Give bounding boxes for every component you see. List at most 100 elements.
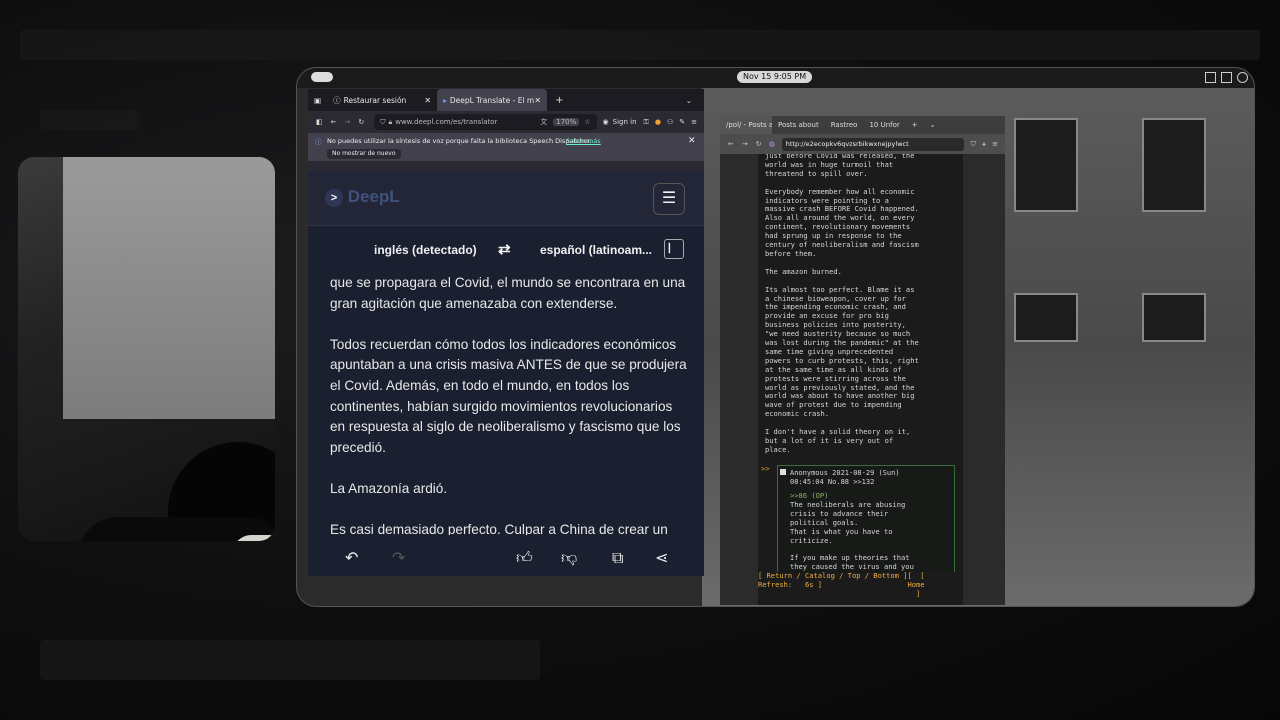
extension-icon[interactable]: ⚿ <box>641 118 652 127</box>
new-tab-button[interactable]: + <box>906 121 924 129</box>
translation-paragraph: Todos recuerdan cómo todos los indicador… <box>330 336 687 455</box>
back-icon[interactable]: ← <box>327 118 341 126</box>
tab-posts-about[interactable]: Posts about <box>772 116 825 134</box>
url-bar[interactable]: ⛉ 🔒︎ www.deepl.com/es/translator 文 170% … <box>374 114 597 130</box>
deepl-page: > DeepL ☰ inglés (detectado) ⇄ español (… <box>308 171 704 576</box>
bookmark-star-icon[interactable]: ☆ <box>584 118 590 126</box>
webcam-overlay <box>18 157 275 541</box>
blurred-background-bar <box>40 640 540 680</box>
tray-icon[interactable] <box>1205 72 1216 83</box>
blurred-background-bar <box>20 30 1260 60</box>
back-icon[interactable]: ← <box>724 140 738 148</box>
building-window <box>1014 118 1078 212</box>
extension-icon[interactable]: ✎ <box>676 118 688 126</box>
swap-languages-icon[interactable]: ⇄ <box>498 240 511 258</box>
deepl-logo[interactable]: > DeepL <box>325 187 400 207</box>
copy-icon[interactable]: ⧉ <box>612 548 623 568</box>
extension-icon[interactable]: ⚇ <box>664 118 676 126</box>
reply-header: Anonymous 2021-08-29 (Sun) 08:45:04 No.8… <box>790 469 900 486</box>
browser-window-deepl: ▣ ⓘ Restaurar sesión ✕ ▸ DeepL Translate… <box>308 89 704 576</box>
tab-label: Restaurar sesión <box>343 95 407 105</box>
account-icon[interactable]: ◉ <box>603 118 609 126</box>
reply-body: The neoliberals are abusing crisis to ad… <box>790 500 914 572</box>
share-icon[interactable]: ⋖ <box>655 548 668 567</box>
screen-capture: Nov 15 9:05 PM ▣ ⓘ Restaurar sesión ✕ ▸ … <box>296 67 1255 607</box>
thumbs-down-icon[interactable]: 👎︎ <box>561 548 577 568</box>
tab-unfor[interactable]: 10 Unfor <box>863 116 905 134</box>
redo-icon[interactable]: ↷ <box>392 548 405 567</box>
tab-bar: ▣ ⓘ Restaurar sesión ✕ ▸ DeepL Translate… <box>308 89 704 111</box>
hamburger-menu-icon[interactable]: ≡ <box>989 140 1001 148</box>
op-post-body: just before Covid was released, the worl… <box>765 154 919 454</box>
navigation-bar: ← → ↻ ◍ http://e2ecopkv6qvzsrbikwxnejpyl… <box>720 134 1005 154</box>
forward-icon[interactable]: → <box>738 140 752 148</box>
blurred-background-bar <box>40 110 140 130</box>
undo-icon[interactable]: ↶ <box>345 548 358 567</box>
extension-icon[interactable]: ● <box>652 118 664 126</box>
learn-more-link[interactable]: Saber más <box>566 137 601 145</box>
clock[interactable]: Nov 15 9:05 PM <box>737 71 813 83</box>
close-notification-icon[interactable]: ✕ <box>688 136 696 146</box>
hamburger-menu-button[interactable]: ☰ <box>653 183 685 215</box>
tab-label: DeepL Translate - El mejor t <box>449 95 535 105</box>
source-language-select[interactable]: inglés (detectado) <box>374 243 477 257</box>
reload-icon[interactable]: ↻ <box>752 140 766 148</box>
url-bar[interactable]: http://e2ecopkv6qvzsrbikwxnejpylwct <box>781 137 964 151</box>
deepl-header: > DeepL ☰ <box>308 171 704 226</box>
thumbs-up-icon[interactable]: 👍︎ <box>516 548 533 568</box>
sign-in-button[interactable]: Sign in <box>613 118 637 126</box>
chevron-down-icon[interactable]: ⌄ <box>924 121 942 129</box>
shield-icon: ⛉ <box>380 117 386 126</box>
shield-icon[interactable]: ⛉ <box>968 140 979 149</box>
power-icon[interactable] <box>1237 72 1248 83</box>
notification-bar: ⓘ No puedes utilizar la síntesis de voz … <box>308 133 704 161</box>
info-icon: ⓘ <box>315 138 322 146</box>
close-tab-icon[interactable]: ✕ <box>534 96 541 105</box>
broom-icon[interactable]: ⚹ <box>979 140 989 149</box>
onion-icon[interactable]: ◍ <box>766 140 778 148</box>
tab-list-icon[interactable]: ▣ <box>308 96 327 105</box>
deepl-logo-text: DeepL <box>347 187 400 206</box>
cat-poster <box>63 157 275 419</box>
translation-paragraph: Es casi demasiado perfecto. Culpar a Chi… <box>330 522 668 535</box>
thread-footer-nav[interactable]: [ Return / Catalog / Top / Bottom ][ [ R… <box>758 571 963 605</box>
tab-restore-session[interactable]: ⓘ Restaurar sesión ✕ <box>327 89 437 111</box>
notification-message: No puedes utilizar la síntesis de voz po… <box>327 137 592 145</box>
target-language-select[interactable]: español (latinoam... <box>540 243 652 257</box>
translate-icon[interactable]: 文 <box>540 117 547 127</box>
reply-arrow: >> <box>761 464 770 473</box>
dont-show-again-button[interactable]: No mostrar de nuevo <box>327 149 401 159</box>
reply-post: Anonymous 2021-08-29 (Sun) 08:45:04 No.8… <box>777 465 955 577</box>
translation-paragraph: La Amazonía ardió. <box>330 480 448 496</box>
desktop-top-bar: Nov 15 9:05 PM <box>297 68 1254 88</box>
navigation-bar: ◧ ← → ↻ ⛉ 🔒︎ www.deepl.com/es/translator… <box>308 111 704 133</box>
reply-checkbox[interactable] <box>780 469 786 475</box>
chevron-down-icon[interactable]: ⌄ <box>686 96 704 105</box>
sidebar-icon[interactable]: ◧ <box>312 118 327 126</box>
tab-bar: /pol/ - Posts about Posts about Rastreo … <box>720 116 1005 134</box>
tab-rastreo[interactable]: Rastreo <box>825 116 864 134</box>
building-window <box>1142 293 1206 342</box>
tab-deepl[interactable]: ▸ DeepL Translate - El mejor t ✕ <box>437 89 548 111</box>
close-tab-icon[interactable]: ✕ <box>424 96 431 105</box>
reload-icon[interactable]: ↻ <box>354 118 368 126</box>
translation-paragraph: que se propagara el Covid, el mundo se e… <box>330 275 686 311</box>
deepl-favicon-icon: ▸ <box>443 95 447 105</box>
toggle-panel-icon[interactable]: ⎸ <box>664 239 684 259</box>
browser-window-tor: /pol/ - Posts about Posts about Rastreo … <box>720 116 1005 605</box>
url-text: www.deepl.com/es/translator <box>395 118 498 126</box>
tab-pol[interactable]: /pol/ - Posts about <box>720 116 772 134</box>
new-tab-button[interactable]: + <box>547 95 571 106</box>
info-icon: ⓘ <box>333 95 341 105</box>
building-window <box>1014 293 1078 342</box>
building-window <box>1142 118 1206 212</box>
translation-output[interactable]: que se propagara el Covid, el mundo se e… <box>330 273 690 535</box>
hamburger-menu-icon[interactable]: ≡ <box>688 118 700 126</box>
zoom-badge[interactable]: 170% <box>553 118 580 126</box>
lock-icon: 🔒︎ <box>388 117 393 126</box>
tray-icon[interactable] <box>1221 72 1232 83</box>
workspace-indicator[interactable] <box>311 72 333 82</box>
deepl-logo-icon: > <box>325 188 343 207</box>
forward-icon[interactable]: → <box>341 118 355 126</box>
translation-action-bar: ↶ ↷ 👍︎ 👎︎ ⧉ ⋖ <box>308 539 704 576</box>
